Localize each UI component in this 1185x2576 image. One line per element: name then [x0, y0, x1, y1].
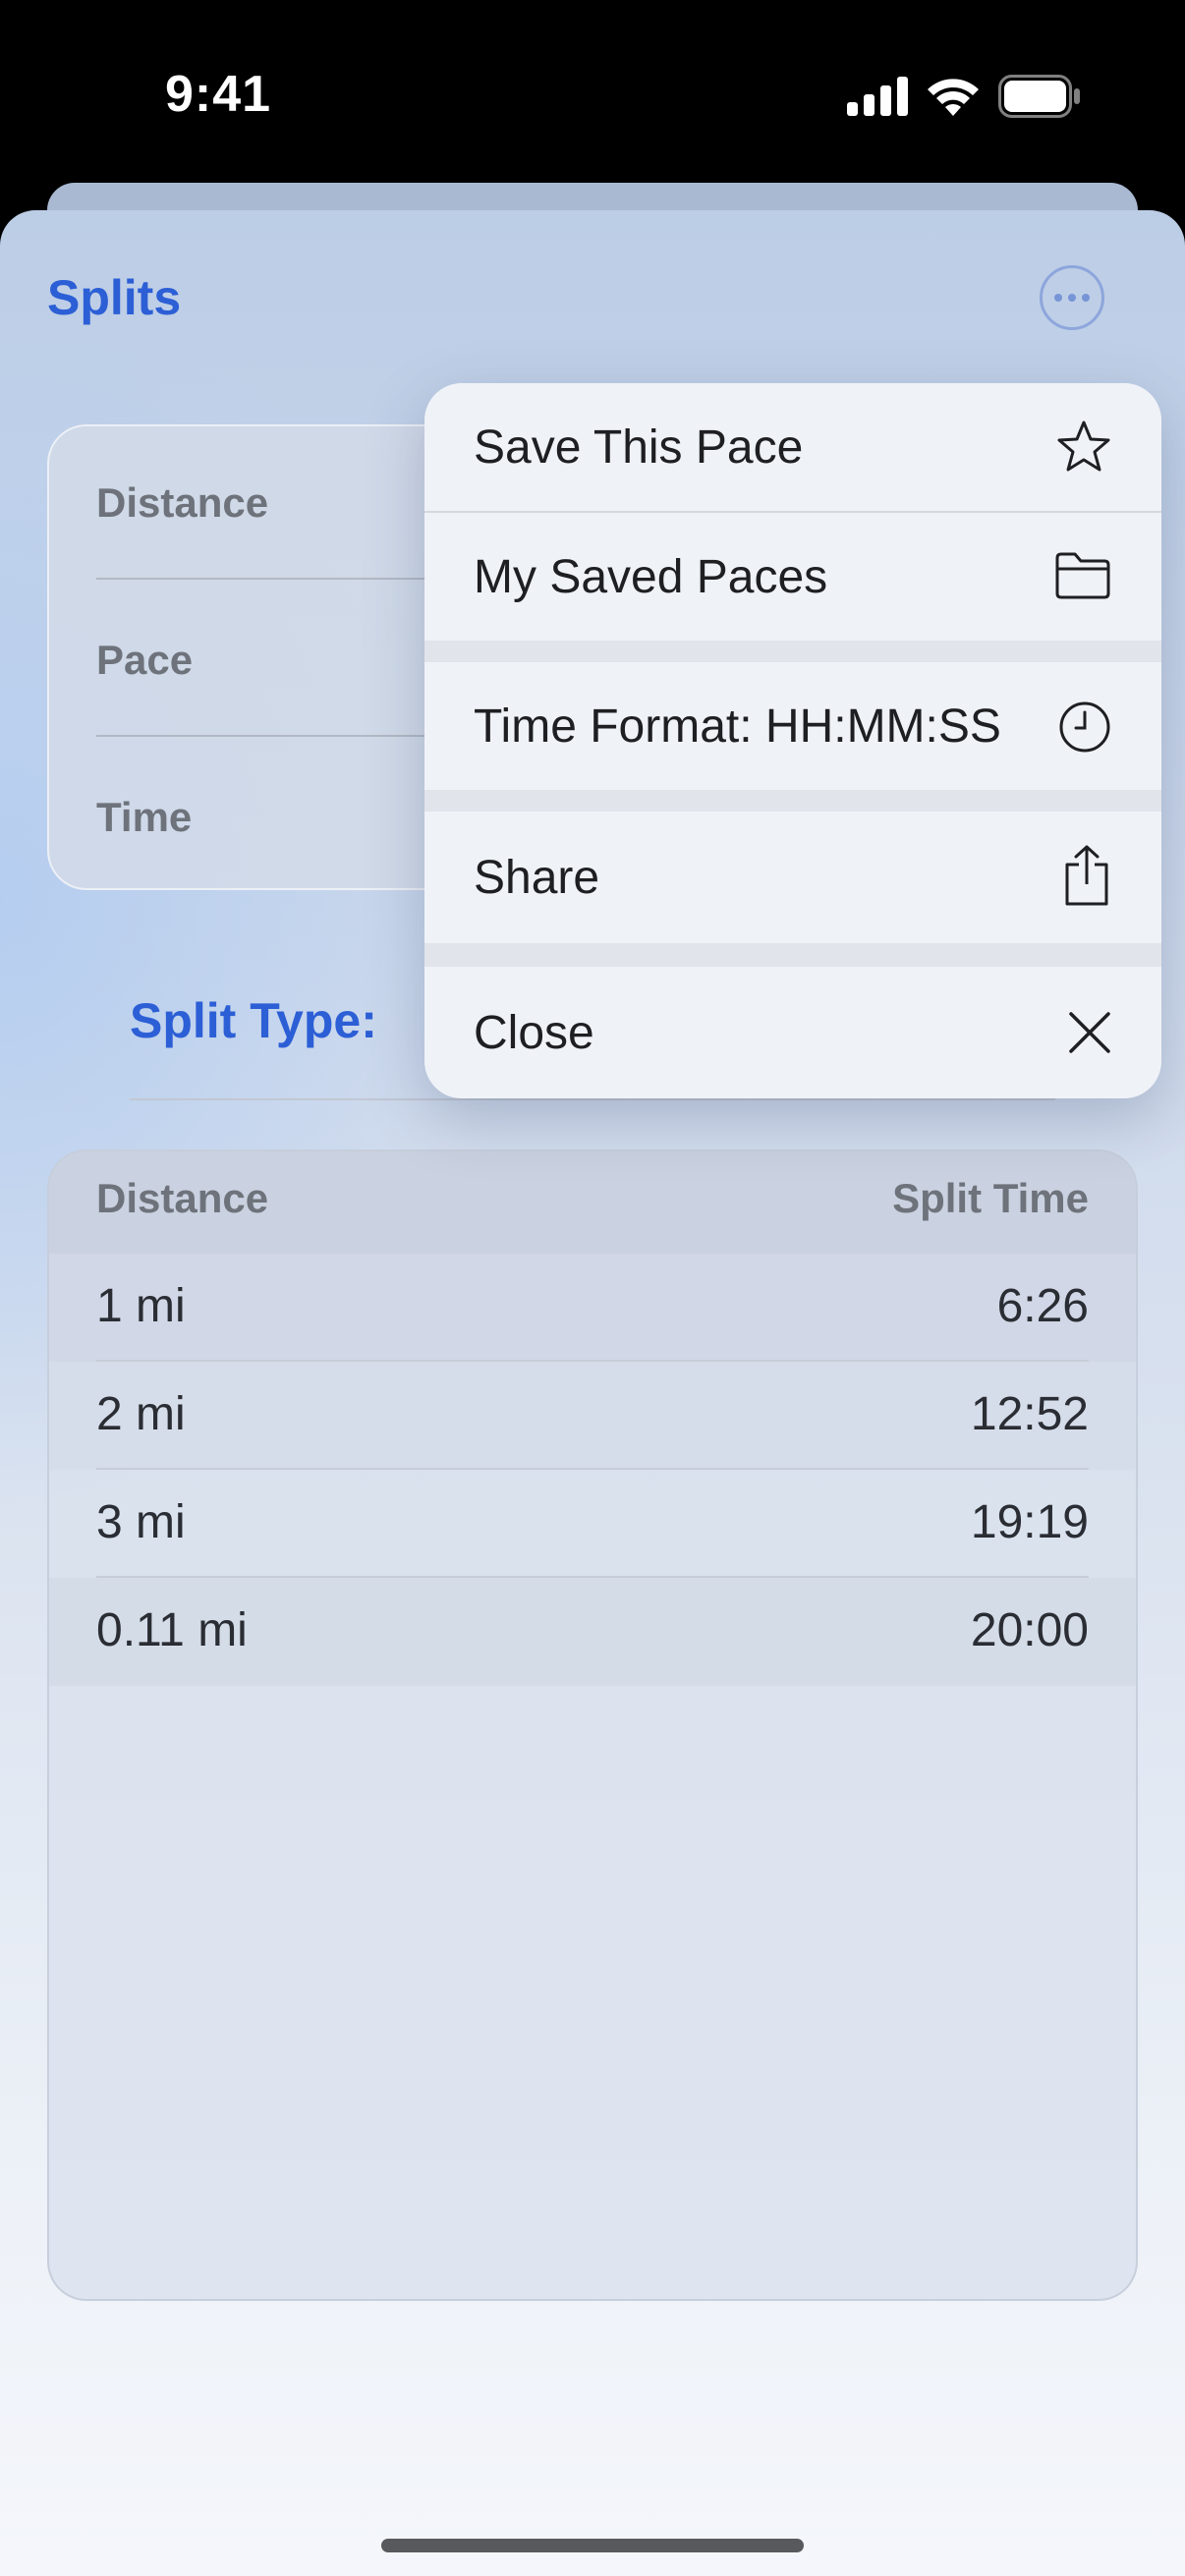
menu-item-time-format[interactable]: Time Format: HH:MM:SS [424, 662, 1161, 790]
star-icon [1057, 420, 1110, 472]
home-indicator[interactable] [381, 2539, 804, 2552]
split-type-label[interactable]: Split Type: [130, 992, 377, 1049]
close-icon [1069, 1012, 1110, 1053]
table-row: 3 mi 19:19 [49, 1470, 1136, 1578]
menu-item-close[interactable]: Close [424, 967, 1161, 1098]
menu-item-my-saved-paces[interactable]: My Saved Paces [424, 513, 1161, 641]
row-distance: 0.11 mi [96, 1604, 248, 1656]
table-row: 1 mi 6:26 [49, 1254, 1136, 1362]
clock-icon [1059, 701, 1110, 753]
options-menu: Save This Pace My Saved Paces Time Forma… [424, 383, 1161, 1098]
row-split-time: 20:00 [970, 1604, 1089, 1656]
share-icon [1065, 845, 1108, 906]
status-time: 9:41 [165, 66, 272, 123]
row-distance: 2 mi [96, 1388, 186, 1440]
menu-item-label: Save This Pace [474, 421, 804, 474]
row-distance: 3 mi [96, 1496, 186, 1548]
ellipsis-circle-icon [1054, 294, 1062, 302]
row-split-time: 12:52 [970, 1388, 1089, 1440]
row-split-time: 6:26 [996, 1280, 1089, 1332]
more-options-button[interactable] [1040, 265, 1104, 330]
row-distance: 1 mi [96, 1280, 186, 1332]
table-header: Distance Split Time [49, 1151, 1136, 1254]
column-header-distance: Distance [96, 1175, 269, 1221]
wifi-icon [928, 79, 979, 116]
menu-item-label: Time Format: HH:MM:SS [474, 700, 1001, 753]
divider [130, 1098, 1055, 1100]
time-label[interactable]: Time [96, 794, 192, 841]
folder-icon [1055, 552, 1110, 599]
column-header-split-time: Split Time [892, 1175, 1089, 1221]
table-row: 2 mi 12:52 [49, 1362, 1136, 1470]
row-split-time: 19:19 [970, 1496, 1089, 1548]
distance-label[interactable]: Distance [96, 479, 268, 527]
menu-item-label: My Saved Paces [474, 551, 828, 603]
menu-item-share[interactable]: Share [424, 812, 1161, 943]
splits-table: Distance Split Time 1 mi 6:26 2 mi 12:52… [47, 1149, 1138, 2301]
sheet-title: Splits [47, 270, 182, 325]
pace-label[interactable]: Pace [96, 637, 193, 684]
menu-item-save-this-pace[interactable]: Save This Pace [424, 383, 1161, 511]
status-bar: 9:41 [0, 0, 1185, 187]
menu-item-label: Close [474, 1007, 594, 1059]
cellular-signal-icon [847, 77, 908, 116]
battery-icon [998, 75, 1080, 118]
table-row: 0.11 mi 20:00 [49, 1578, 1136, 1686]
menu-item-label: Share [474, 852, 600, 904]
